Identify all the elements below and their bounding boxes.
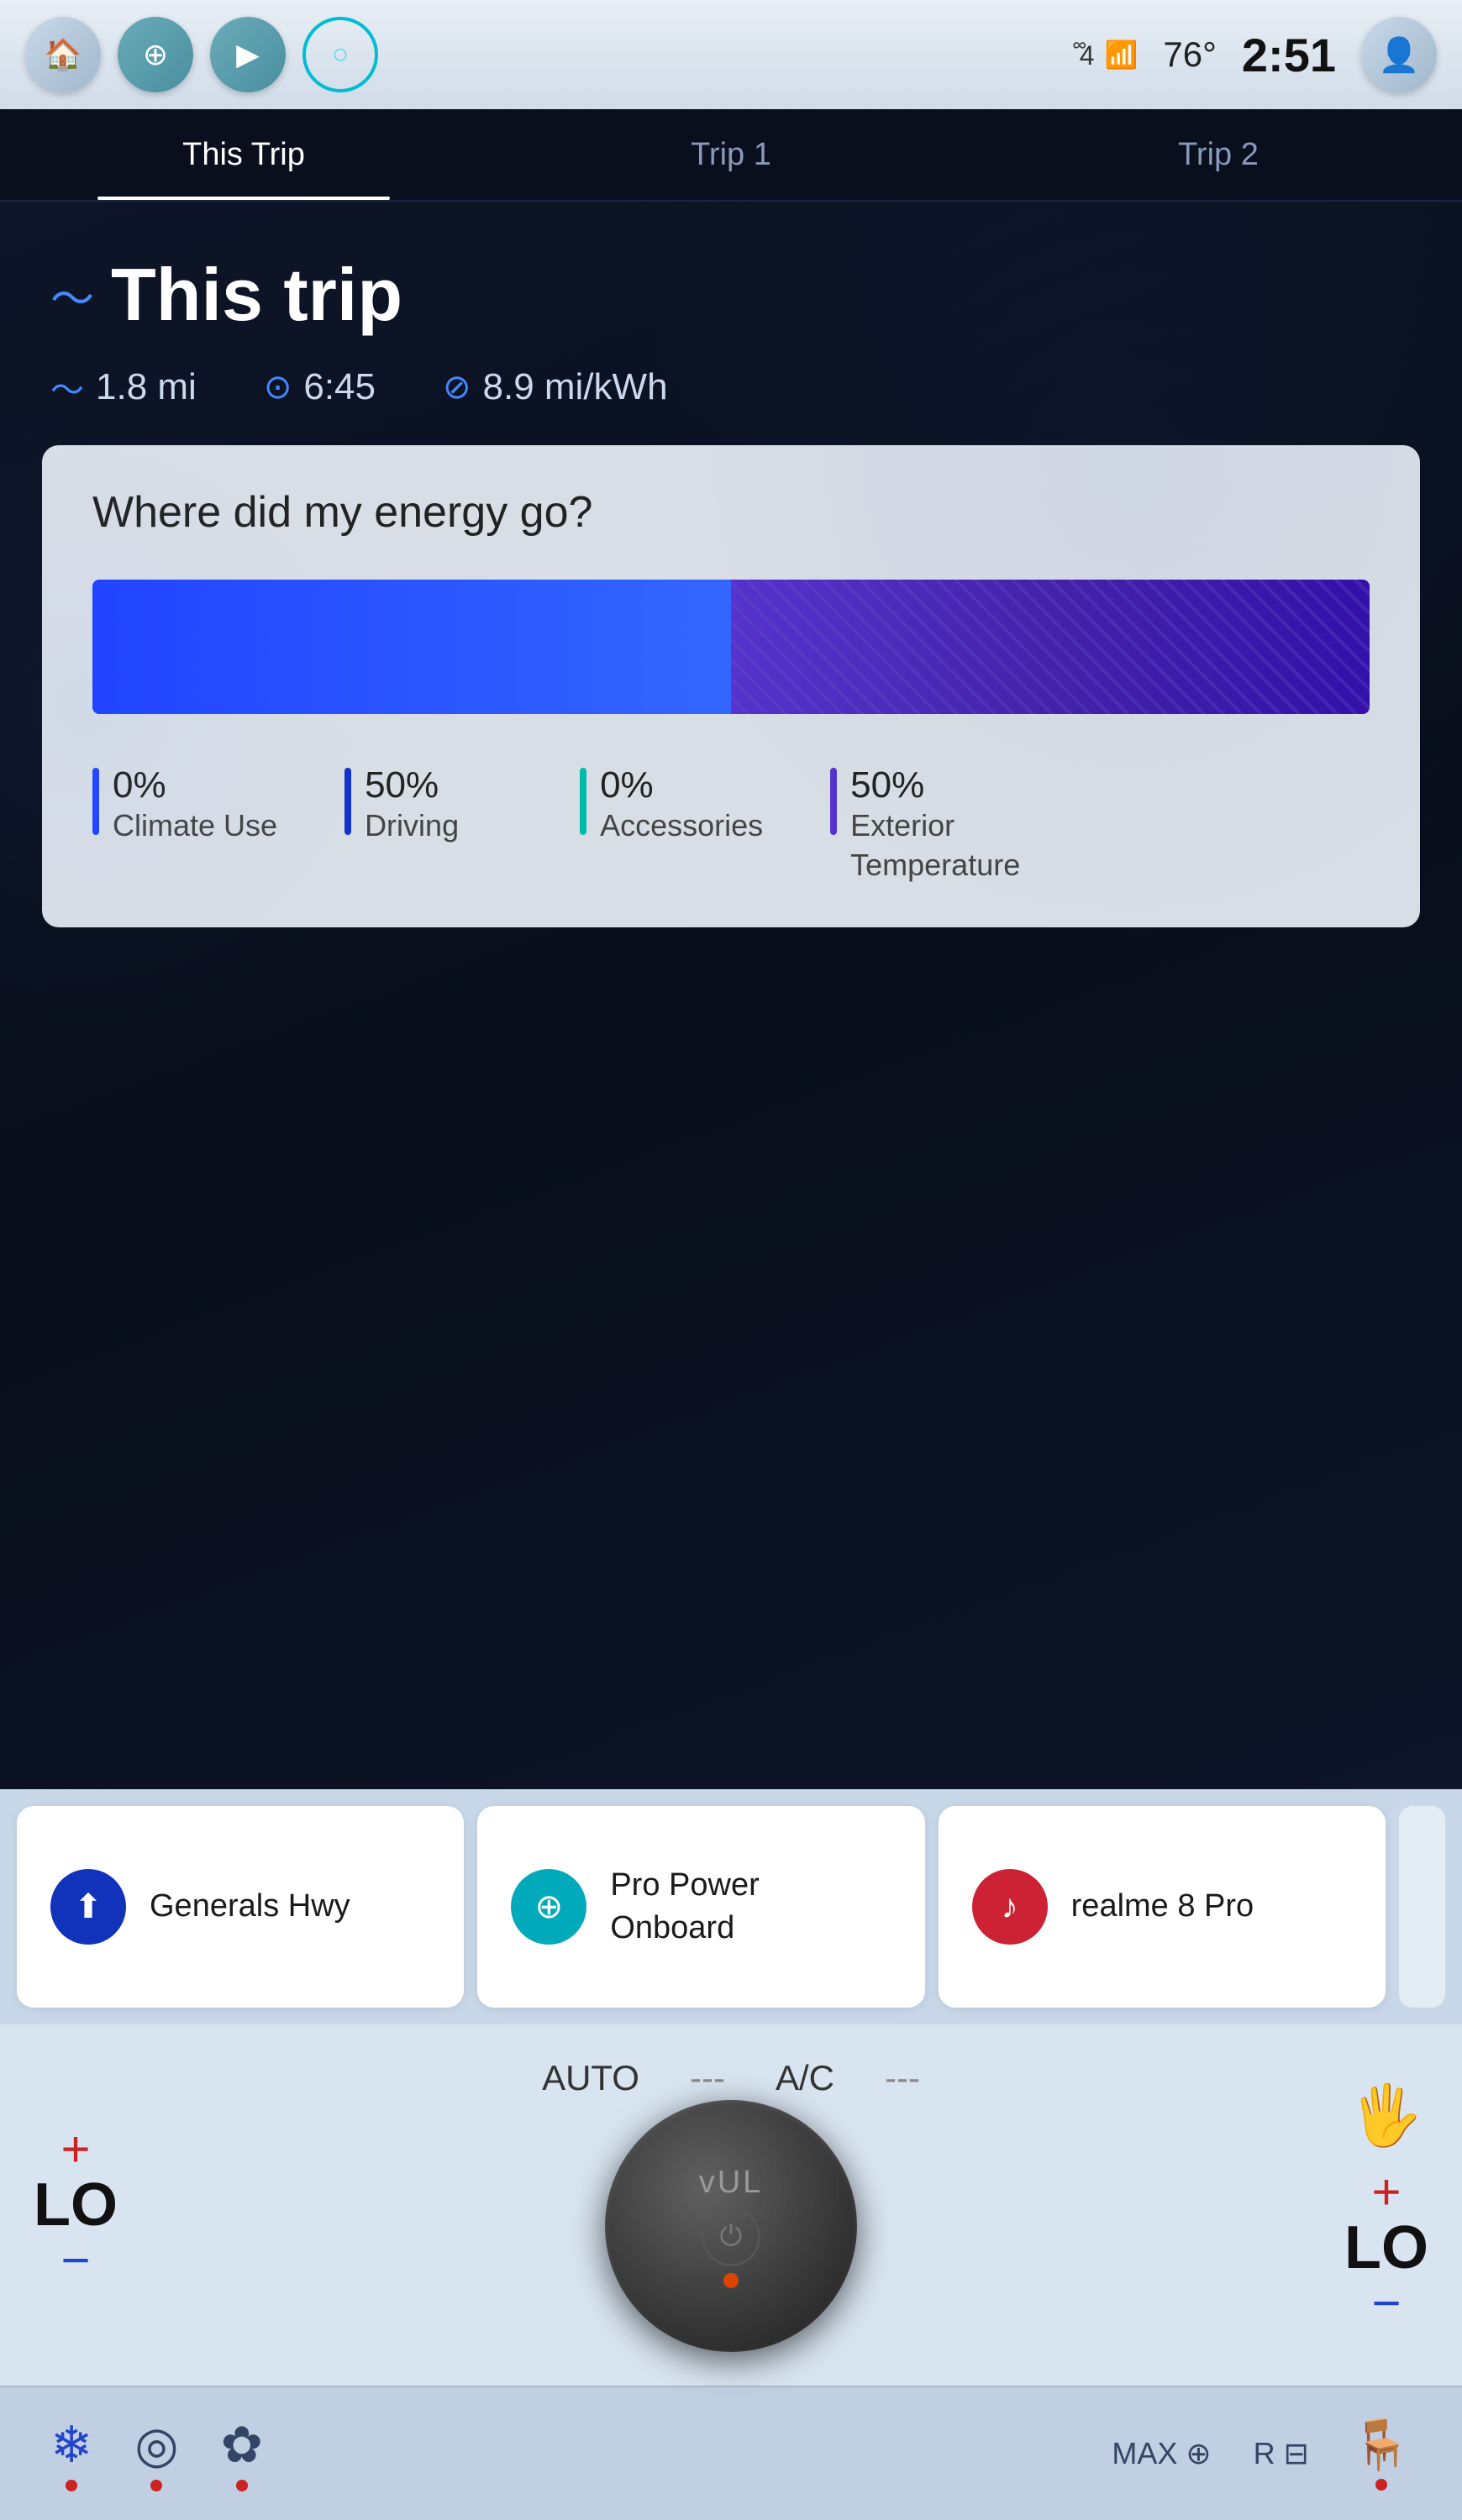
tab-this-trip[interactable]: This Trip bbox=[0, 109, 487, 200]
card-pro-power-onboard[interactable]: ⊕ Pro PowerOnboard bbox=[477, 1806, 924, 2008]
energy-legend: 0% Climate Use 50% Driving bbox=[92, 764, 1370, 885]
main-content: 〜 This trip 〜 1.8 mi ⊙ 6:45 ⊘ 8.9 mi/kWh bbox=[0, 202, 1462, 1789]
connectivity-icons: ᪲4 📶 bbox=[1080, 37, 1139, 73]
steering-heat-icon: ◎ bbox=[134, 2416, 178, 2475]
media-button[interactable]: ▶ bbox=[210, 17, 286, 92]
energy-bar-purple bbox=[731, 580, 1370, 714]
legend-accessories: 0% Accessories bbox=[580, 764, 763, 885]
temp-right-plus[interactable]: + bbox=[1371, 2167, 1401, 2218]
energy-section: Where did my energy go? 0% Climate Use bbox=[42, 445, 1420, 927]
clock-icon: ⊙ bbox=[264, 368, 292, 407]
alexa-button[interactable]: ◌ bbox=[302, 17, 378, 92]
pro-power-icon: ⊕ bbox=[511, 1869, 586, 1945]
bottom-cards-row: ⬆ Generals Hwy ⊕ Pro PowerOnboard ♪ real… bbox=[0, 1789, 1462, 2024]
legend-bar-driving bbox=[344, 768, 351, 835]
energy-bar-blue bbox=[92, 580, 731, 714]
energy-title: Where did my energy go? bbox=[92, 487, 1370, 538]
time-display: 2:51 bbox=[1242, 28, 1336, 82]
fan-dot bbox=[236, 2480, 248, 2491]
home-button[interactable]: 🏠 bbox=[25, 17, 101, 92]
temp-left-value: LO bbox=[34, 2175, 118, 2235]
energy-bar bbox=[92, 580, 1370, 714]
seat-heat-btn[interactable]: 🪑 bbox=[1351, 2417, 1412, 2491]
trip-title-row: 〜 This trip bbox=[50, 252, 1412, 338]
efficiency-icon: ⊘ bbox=[443, 368, 471, 407]
temperature-display: 76° bbox=[1163, 34, 1217, 75]
legend-bar-climate bbox=[92, 768, 99, 835]
stat-distance: 〜 1.8 mi bbox=[50, 363, 197, 412]
seat-dot bbox=[1375, 2479, 1387, 2491]
rear-defrost-btn[interactable]: R ⊟ bbox=[1254, 2436, 1309, 2471]
temp-left-plus[interactable]: + bbox=[60, 2124, 90, 2175]
realme-music-icon: ♪ bbox=[972, 1869, 1048, 1945]
tab-trip1[interactable]: Trip 1 bbox=[487, 109, 975, 200]
stat-efficiency: ⊘ 8.9 mi/kWh bbox=[443, 366, 668, 408]
status-right: ᪲4 📶 76° 2:51 👤 bbox=[1080, 17, 1437, 92]
generals-hwy-icon: ⬆ bbox=[50, 1869, 126, 1945]
climate-right-panel: 🖐 + LO − bbox=[1344, 2082, 1428, 2328]
climate-controls: + LO − AUTO --- A/C --- vUL ⏻ bbox=[0, 2024, 1462, 2386]
auto-label: AUTO bbox=[542, 2058, 639, 2098]
climate-dash-2: --- bbox=[885, 2058, 920, 2098]
seat-heat-icon: 🪑 bbox=[1351, 2417, 1412, 2474]
defrost-dot bbox=[66, 2480, 77, 2491]
trip-title: This trip bbox=[111, 252, 402, 338]
realme-label: realme 8 Pro bbox=[1071, 1885, 1254, 1928]
nav-icons: 🏠 ⊕ ▶ ◌ bbox=[25, 17, 378, 92]
fn-left-icons: ❄ ◎ ✿ bbox=[50, 2416, 263, 2491]
legend-exterior-temp: 50% ExteriorTemperature bbox=[830, 764, 1020, 885]
profile-avatar[interactable]: 👤 bbox=[1361, 17, 1437, 92]
temp-right-minus[interactable]: − bbox=[1371, 2278, 1401, 2328]
steering-heat-btn[interactable]: ◎ bbox=[134, 2416, 178, 2491]
card-peek bbox=[1399, 1806, 1445, 2008]
tab-bar: This Trip Trip 1 Trip 2 bbox=[0, 109, 1462, 202]
legend-driving: 50% Driving bbox=[344, 764, 513, 885]
climate-knob[interactable]: vUL ⏻ bbox=[605, 2100, 857, 2352]
climate-right-temp: + LO − bbox=[1344, 2167, 1428, 2328]
climate-center: AUTO --- A/C --- vUL ⏻ bbox=[134, 2050, 1328, 2360]
trip-header: 〜 This trip 〜 1.8 mi ⊙ 6:45 ⊘ 8.9 mi/kWh bbox=[0, 202, 1462, 428]
knob-label: vUL bbox=[699, 2165, 764, 2201]
generals-hwy-label: Generals Hwy bbox=[150, 1885, 350, 1928]
steering-dot bbox=[150, 2480, 162, 2491]
signal-icon: ᪲4 bbox=[1080, 37, 1095, 73]
distance-icon: 〜 bbox=[50, 363, 84, 412]
pro-power-label: Pro PowerOnboard bbox=[610, 1864, 759, 1950]
max-defrost-btn[interactable]: MAX ⊕ bbox=[1112, 2436, 1211, 2471]
heated-seat-icon[interactable]: 🖐 bbox=[1349, 2082, 1423, 2150]
temp-right-value: LO bbox=[1344, 2218, 1428, 2278]
bottom-section: ⬆ Generals Hwy ⊕ Pro PowerOnboard ♪ real… bbox=[0, 1789, 1462, 2520]
trip-stats: 〜 1.8 mi ⊙ 6:45 ⊘ 8.9 mi/kWh bbox=[50, 363, 1412, 412]
status-bar: 🏠 ⊕ ▶ ◌ ᪲4 📶 76° 2:51 👤 bbox=[0, 0, 1462, 109]
legend-climate: 0% Climate Use bbox=[92, 764, 277, 885]
fan-speed-btn[interactable]: ✿ bbox=[221, 2416, 263, 2491]
card-generals-hwy[interactable]: ⬆ Generals Hwy bbox=[17, 1806, 464, 2008]
climate-left-temp: + LO − bbox=[34, 2124, 118, 2286]
share-button[interactable]: ⊕ bbox=[118, 17, 193, 92]
wifi-icon: 📶 bbox=[1105, 39, 1139, 71]
ac-label: A/C bbox=[776, 2058, 834, 2098]
legend-bar-exterior bbox=[830, 768, 837, 835]
fn-right-icons: MAX ⊕ R ⊟ 🪑 bbox=[1112, 2417, 1412, 2491]
climate-dash: --- bbox=[690, 2058, 725, 2098]
defrost-icon: ❄ bbox=[50, 2416, 92, 2475]
card-realme-8-pro[interactable]: ♪ realme 8 Pro bbox=[939, 1806, 1386, 2008]
defrost-icon-btn[interactable]: ❄ bbox=[50, 2416, 92, 2491]
fan-speed-icon: ✿ bbox=[221, 2416, 263, 2475]
function-bar: ❄ ◎ ✿ MAX ⊕ R ⊟ 🪑 bbox=[0, 2386, 1462, 2520]
knob-power-button[interactable]: ⏻ bbox=[702, 2208, 760, 2266]
temp-left-minus[interactable]: − bbox=[60, 2235, 90, 2286]
trip-wave-icon: 〜 bbox=[50, 264, 94, 327]
knob-indicator bbox=[723, 2273, 739, 2288]
climate-mode-labels: AUTO --- A/C --- bbox=[542, 2058, 920, 2098]
legend-bar-accessories bbox=[580, 768, 586, 835]
stat-time: ⊙ 6:45 bbox=[264, 366, 376, 408]
tab-trip2[interactable]: Trip 2 bbox=[975, 109, 1462, 200]
